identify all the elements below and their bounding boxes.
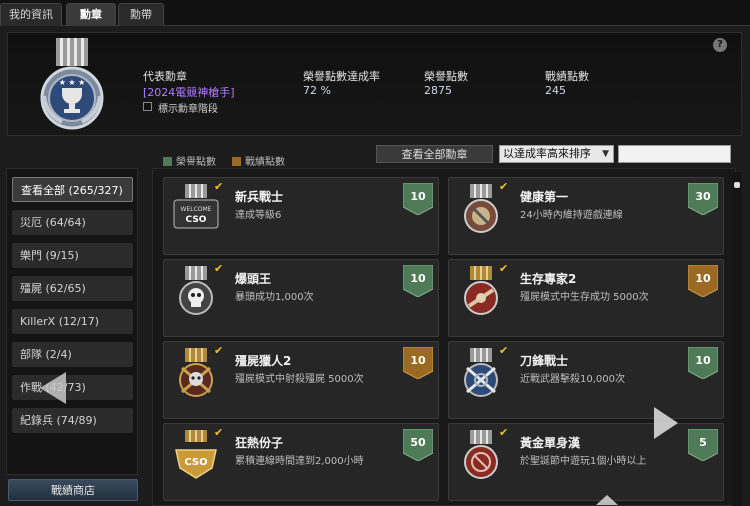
honor-legend-icon xyxy=(163,157,172,166)
sort-select[interactable]: 以達成率高來排序 ▼ xyxy=(499,145,614,163)
scroll-thumb[interactable] xyxy=(734,182,740,188)
help-icon[interactable]: ? xyxy=(713,38,727,52)
svg-text:WELCOME: WELCOME xyxy=(181,206,212,213)
medal-card[interactable]: ✔ 殭屍獵人2 殭屍模式中射殺殭屍 5000次 10 xyxy=(163,341,439,419)
medal-title: 健康第一 xyxy=(520,190,569,204)
war-points-value: 245 xyxy=(545,84,566,97)
achieved-check-icon: ✔ xyxy=(214,262,224,275)
category-paradise[interactable]: 樂門 (9/15) xyxy=(12,243,133,268)
category-menu: 查看全部 (265/327) 災厄 (64/64) 樂門 (9/15) 殭屍 (… xyxy=(6,168,138,475)
view-all-medals-button[interactable]: 查看全部勳章 xyxy=(376,145,493,163)
medal-desc: 近戰武器擊殺10,000次 xyxy=(520,374,625,385)
honor-points-label: 榮譽點數 xyxy=(424,70,468,83)
honor-legend: 榮譽點數 xyxy=(163,153,216,168)
category-disaster[interactable]: 災厄 (64/64) xyxy=(12,210,133,235)
achieved-check-icon: ✔ xyxy=(499,262,509,275)
honor-points-badge: 10 xyxy=(402,264,434,298)
war-points-label: 戰績點數 xyxy=(545,70,589,83)
category-combat[interactable]: 作戰 (42/73) xyxy=(12,375,133,400)
prev-arrow-icon[interactable] xyxy=(38,370,68,406)
medal-title: 刀鋒戰士 xyxy=(520,354,569,368)
category-unit[interactable]: 部隊 (2/4) xyxy=(12,342,133,367)
svg-text:CSO: CSO xyxy=(184,457,207,468)
title-label: 代表勳章 xyxy=(143,70,187,83)
representative-medal-icon: ★ ★ ★ xyxy=(40,38,104,130)
war-legend: 戰績點數 xyxy=(232,153,285,168)
medal-desc: 殭屍模式中射殺殭屍 5000次 xyxy=(235,374,364,385)
medal-title: 生存專家2 xyxy=(520,272,577,286)
medal-desc: 24小時內維持遊戲連線 xyxy=(520,210,623,221)
medal-desc: 暴頭成功1,000次 xyxy=(235,292,314,303)
medal-card[interactable]: ✔ 生存專家2 殭屍模式中生存成功 5000次 10 xyxy=(448,259,724,337)
war-points-badge: 10 xyxy=(402,346,434,380)
next-arrow-icon[interactable] xyxy=(652,405,680,441)
achieved-check-icon: ✔ xyxy=(214,426,224,439)
category-killerx[interactable]: KillerX (12/17) xyxy=(12,309,133,334)
medal-title: 新兵戰士 xyxy=(235,190,284,204)
medal-title: 狂熱份子 xyxy=(235,436,284,450)
category-record[interactable]: 紀錄兵 (74/89) xyxy=(12,408,133,433)
show-stage-checkbox[interactable] xyxy=(143,102,152,111)
medal-desc: 殭屍模式中生存成功 5000次 xyxy=(520,292,649,303)
achieved-check-icon: ✔ xyxy=(499,344,509,357)
honor-points-badge: 5 xyxy=(687,428,719,462)
medal-desc: 於聖誕節中遊玩1個小時以上 xyxy=(520,456,647,467)
tab-bar: 我的資訊 勳章 勳帶 xyxy=(0,0,750,26)
medal-card[interactable]: WELCOME CSO ✔ 新兵戰士 達成等級6 10 xyxy=(163,177,439,255)
achieved-check-icon: ✔ xyxy=(214,180,224,193)
honor-points-value: 2875 xyxy=(424,84,452,97)
down-arrow-icon[interactable] xyxy=(594,493,620,506)
chevron-down-icon: ▼ xyxy=(602,149,609,159)
tab-medals[interactable]: 勳章 xyxy=(66,3,116,26)
medal-card[interactable]: ✔ 刀鋒戰士 近戰武器擊殺10,000次 10 xyxy=(448,341,724,419)
achieved-check-icon: ✔ xyxy=(499,426,509,439)
sort-select-value: 以達成率高來排序 xyxy=(503,147,591,160)
war-points-badge: 10 xyxy=(687,264,719,298)
medal-summary-panel: ? ★ ★ ★ 代表勳章 [2024電競神槍手] 榮譽點數達成率 72 % 榮譽… xyxy=(7,32,742,136)
svg-text:★ ★ ★: ★ ★ ★ xyxy=(59,78,86,87)
medal-card[interactable]: ✔ 黃金單身漢 於聖誕節中遊玩1個小時以上 5 xyxy=(448,423,724,501)
svg-text:CSO: CSO xyxy=(186,215,207,225)
honor-points-badge: 10 xyxy=(402,182,434,216)
honor-points-badge: 30 xyxy=(687,182,719,216)
medal-title: 爆頭王 xyxy=(235,272,272,286)
category-all[interactable]: 查看全部 (265/327) xyxy=(12,177,133,202)
medal-card[interactable]: ✔ 健康第一 24小時內維持遊戲連線 30 xyxy=(448,177,724,255)
honor-rate-value: 72 % xyxy=(303,84,331,97)
medal-card[interactable]: CSO ✔ 狂熱份子 累積連線時間達到2,000小時 50 xyxy=(163,423,439,501)
tab-my-info[interactable]: 我的資訊 xyxy=(0,3,62,26)
war-legend-label: 戰績點數 xyxy=(245,157,285,168)
war-shop-button[interactable]: 戰績商店 xyxy=(8,479,138,501)
war-legend-icon xyxy=(232,157,241,166)
achieved-check-icon: ✔ xyxy=(214,344,224,357)
grid-scrollbar[interactable] xyxy=(732,172,742,506)
medal-card[interactable]: ✔ 爆頭王 暴頭成功1,000次 10 xyxy=(163,259,439,337)
category-zombie[interactable]: 殭屍 (62/65) xyxy=(12,276,133,301)
show-stage-label: 標示勳章階段 xyxy=(158,104,218,115)
achieved-check-icon: ✔ xyxy=(499,180,509,193)
search-input[interactable] xyxy=(618,145,731,163)
honor-legend-label: 榮譽點數 xyxy=(176,157,216,168)
medal-title: 殭屍獵人2 xyxy=(235,354,292,368)
medal-desc: 達成等級6 xyxy=(235,210,282,221)
medal-desc: 累積連線時間達到2,000小時 xyxy=(235,456,364,467)
medal-grid: WELCOME CSO ✔ 新兵戰士 達成等級6 10 ✔ 健康第一 24小時內… xyxy=(152,168,736,506)
tab-ribbons[interactable]: 勳帶 xyxy=(118,3,164,26)
medal-title: 黃金單身漢 xyxy=(520,436,581,450)
honor-points-badge: 50 xyxy=(402,428,434,462)
title-value: [2024電競神槍手] xyxy=(143,86,235,99)
honor-points-badge: 10 xyxy=(687,346,719,380)
honor-rate-label: 榮譽點數達成率 xyxy=(303,70,380,83)
